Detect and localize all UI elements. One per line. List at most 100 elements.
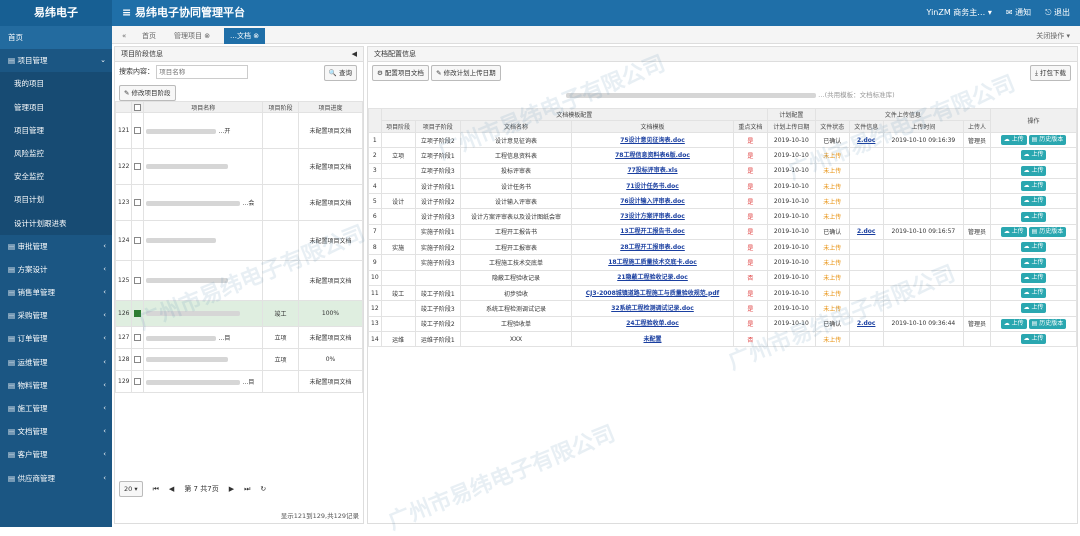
- sidebar-item-3[interactable]: 管理项目: [0, 95, 112, 119]
- upload-button[interactable]: ☁ 上传: [1020, 303, 1047, 314]
- row-checkbox[interactable]: [134, 334, 142, 341]
- upload-button[interactable]: ☁ 上传: [1020, 196, 1047, 207]
- sidebar-item-18[interactable]: ▤ 客户管理 ‹: [0, 443, 112, 466]
- close-ops-dropdown[interactable]: 关闭操作 ▾: [1030, 28, 1076, 44]
- tab-current[interactable]: …文档 ⊗: [224, 28, 266, 44]
- file-link[interactable]: 2.doc: [857, 137, 875, 144]
- history-button[interactable]: ▤ 历史版本: [1028, 318, 1067, 329]
- prev-page-icon[interactable]: ◀: [169, 485, 174, 493]
- sidebar-item-2[interactable]: 我的项目: [0, 72, 112, 96]
- template-link[interactable]: 73设计方案评审表.doc: [620, 213, 685, 220]
- row-check-cell[interactable]: [131, 370, 145, 393]
- template-link[interactable]: CJ3-2008城镇道路工程施工与质量验收规范.pdf: [586, 290, 719, 297]
- sidebar-item-9[interactable]: ▤ 审批管理 ‹: [0, 235, 112, 258]
- upload-button[interactable]: ☁ 上传: [1020, 181, 1047, 192]
- platform-title[interactable]: ≡ 易纬电子协同管理平台: [122, 0, 245, 26]
- logout-link[interactable]: ⎋ 退出: [1045, 0, 1070, 26]
- row-checkbox[interactable]: [134, 356, 142, 363]
- sidebar-item-15[interactable]: ▤ 物料管理 ‹: [0, 374, 112, 397]
- history-button[interactable]: ▤ 历史版本: [1028, 226, 1067, 237]
- sidebar-item-17[interactable]: ▤ 文档管理 ‹: [0, 420, 112, 443]
- sidebar-item-11[interactable]: ▤ 销售单管理 ‹: [0, 281, 112, 304]
- pack-download-button[interactable]: ⤓ 打包下载: [1030, 65, 1071, 81]
- upload-button[interactable]: ☁ 上传: [1000, 318, 1027, 329]
- sidebar-item-0[interactable]: 首页: [0, 26, 112, 50]
- upload-button[interactable]: ☁ 上传: [1020, 242, 1047, 253]
- template-link[interactable]: 未配置: [644, 336, 662, 343]
- file-link[interactable]: 2.doc: [857, 320, 875, 327]
- sidebar-item-16[interactable]: ▤ 施工管理 ‹: [0, 397, 112, 420]
- project-row[interactable]: 121 …开 未配置项目文档: [114, 112, 363, 149]
- sidebar-item-5[interactable]: 风险监控: [0, 141, 112, 166]
- row-check-cell[interactable]: [131, 348, 145, 371]
- refresh-icon[interactable]: ↻: [260, 485, 266, 493]
- project-row[interactable]: 122 未配置项目文档: [114, 148, 363, 185]
- template-link[interactable]: 13工程开工报告书.doc: [620, 228, 685, 235]
- select-all-checkbox[interactable]: [134, 103, 142, 111]
- row-checkbox[interactable]: [134, 163, 142, 170]
- sidebar-item-6[interactable]: 安全监控: [0, 165, 112, 189]
- brand-logo[interactable]: 易纬电子: [0, 0, 112, 26]
- upload-button[interactable]: ☁ 上传: [1020, 211, 1047, 222]
- tab-back-icon[interactable]: «: [116, 28, 132, 44]
- upload-button[interactable]: ☁ 上传: [1020, 272, 1047, 283]
- upload-button[interactable]: ☁ 上传: [1020, 334, 1047, 344]
- tab-manage-project[interactable]: 管理项目 ⊗: [168, 28, 216, 44]
- sidebar-item-4[interactable]: 项目管理: [0, 118, 112, 142]
- next-page-icon[interactable]: ▶: [229, 485, 234, 493]
- row-checkbox[interactable]: [134, 127, 142, 134]
- row-checkbox[interactable]: [134, 199, 142, 206]
- row-checkbox[interactable]: [134, 378, 142, 385]
- sidebar-item-14[interactable]: ▤ 运维管理 ‹: [0, 351, 112, 374]
- template-link[interactable]: 75设计意见征询表.doc: [620, 137, 685, 144]
- upload-button[interactable]: ☁ 上传: [1020, 165, 1047, 176]
- template-link[interactable]: 18工程施工质量技术交底卡.doc: [608, 259, 697, 266]
- sidebar-item-8[interactable]: 设计计划跟进表: [0, 211, 112, 235]
- project-row[interactable]: 128 立项 0%: [114, 348, 363, 371]
- sidebar-item-19[interactable]: ▤ 供应商管理 ‹: [0, 467, 112, 490]
- sidebar-item-7[interactable]: 项目计划: [0, 188, 112, 212]
- sidebar-item-12[interactable]: ▤ 采购管理 ‹: [0, 304, 112, 327]
- page-size-select[interactable]: 20 ▾: [119, 481, 143, 497]
- upload-button[interactable]: ☁ 上传: [1020, 257, 1047, 268]
- row-check-cell[interactable]: [131, 184, 145, 221]
- upload-button[interactable]: ☁ 上传: [1000, 135, 1027, 146]
- project-row[interactable]: 126 竣工 100%: [114, 300, 363, 327]
- template-link[interactable]: 32系统工程检测调试记录.doc: [611, 305, 694, 312]
- project-search-input[interactable]: [156, 65, 249, 79]
- row-checkbox[interactable]: [134, 277, 142, 284]
- query-button[interactable]: 🔍 查询: [323, 65, 357, 81]
- project-row[interactable]: 127 …目 立项 未配置项目文档: [114, 326, 363, 349]
- sidebar-item-1[interactable]: ▤ 项目管理 ⌄: [0, 49, 112, 72]
- template-link[interactable]: 71设计任务书.doc: [626, 183, 679, 190]
- project-row[interactable]: 129 …目 未配置项目文档: [114, 370, 363, 393]
- upload-button[interactable]: ☁ 上传: [1020, 150, 1047, 161]
- template-link[interactable]: 76设计输入评审表.doc: [620, 198, 685, 205]
- modify-stage-button[interactable]: ✎ 修改项目阶段: [119, 85, 176, 101]
- upload-button[interactable]: ☁ 上传: [1000, 226, 1027, 237]
- notify-link[interactable]: ✉ 通知: [1006, 0, 1031, 26]
- row-check-cell[interactable]: [131, 260, 145, 301]
- tab-home[interactable]: 首页: [136, 28, 162, 44]
- template-link[interactable]: 77投标评审表.xls: [627, 167, 677, 174]
- first-page-icon[interactable]: ⏮: [153, 485, 159, 494]
- upload-button[interactable]: ☁ 上传: [1020, 288, 1047, 299]
- config-doc-button[interactable]: ⚙ 配置项目文档: [372, 65, 429, 81]
- sidebar-item-10[interactable]: ▤ 方案设计 ‹: [0, 258, 112, 281]
- sidebar-item-13[interactable]: ▤ 订单管理 ‹: [0, 327, 112, 350]
- file-link[interactable]: 2.doc: [857, 228, 875, 235]
- edit-upload-date-button[interactable]: ✎ 修改计划上传日期: [431, 65, 501, 81]
- page-input[interactable]: 7: [194, 485, 198, 493]
- row-check-cell[interactable]: [131, 300, 145, 327]
- row-check-cell[interactable]: [131, 220, 145, 261]
- last-page-icon[interactable]: ⏭: [244, 485, 250, 494]
- collapse-left-icon[interactable]: ◀: [352, 47, 357, 62]
- row-check-cell[interactable]: [131, 148, 145, 185]
- project-row[interactable]: 124 未配置项目文档: [114, 220, 363, 261]
- project-row[interactable]: 125 未配置项目文档: [114, 260, 363, 301]
- template-link[interactable]: 28工程开工报审表.doc: [620, 244, 685, 251]
- history-button[interactable]: ▤ 历史版本: [1028, 135, 1067, 146]
- project-row[interactable]: 123 …会 未配置项目文档: [114, 184, 363, 221]
- row-check-cell[interactable]: [131, 112, 145, 149]
- template-link[interactable]: 24工程验收单.doc: [626, 320, 679, 327]
